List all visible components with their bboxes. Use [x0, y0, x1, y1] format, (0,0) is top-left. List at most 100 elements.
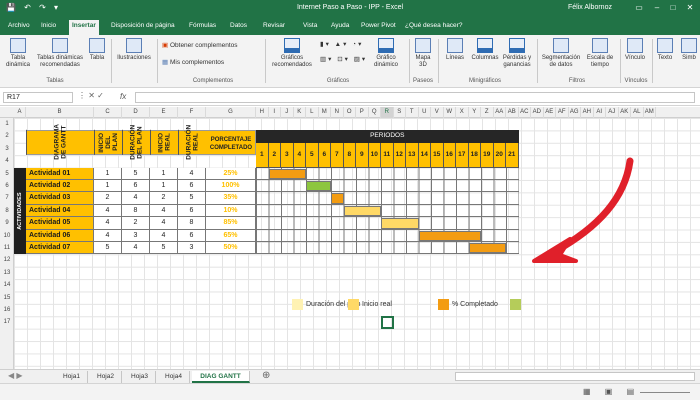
tab-power-pivot[interactable]: Power Pivot — [358, 20, 399, 35]
activity-name[interactable]: Actividad 06 — [26, 229, 94, 242]
sparkline-columns-button[interactable]: Columnas — [470, 38, 500, 62]
column-header-ad[interactable]: AD — [531, 107, 544, 118]
sparkline-lines-button[interactable]: Líneas — [442, 38, 468, 62]
tab-formulas[interactable]: Fórmulas — [186, 20, 219, 35]
activity-percent[interactable]: 10% — [206, 204, 256, 218]
activity-duracion-real[interactable]: 8 — [178, 217, 206, 230]
activity-name[interactable]: Actividad 05 — [26, 217, 94, 230]
activity-name[interactable]: Actividad 03 — [26, 192, 94, 205]
chart-types-gallery-2[interactable]: ▥▾ ⊡▾ ▨▾ — [320, 55, 367, 63]
row-header-14[interactable]: 14 — [0, 279, 14, 291]
close-icon[interactable]: ✕ — [683, 2, 697, 14]
tab-inicio[interactable]: Inicio — [38, 20, 59, 35]
row-header-11[interactable]: 11 — [0, 242, 14, 254]
column-header-al[interactable]: AL — [631, 107, 644, 118]
column-header-ae[interactable]: AE — [544, 107, 556, 118]
link-button[interactable]: Vínculo — [622, 38, 648, 62]
column-header-i[interactable]: I — [269, 107, 281, 118]
column-header-l[interactable]: L — [306, 107, 319, 118]
symbols-button[interactable]: Simb — [678, 38, 700, 62]
activity-duracion-plan[interactable]: 3 — [122, 229, 150, 242]
activity-inicio-real[interactable]: 4 — [150, 204, 178, 218]
pivot-chart-button[interactable]: Gráfico dinámico — [366, 38, 406, 69]
activity-name[interactable]: Actividad 02 — [26, 180, 94, 193]
activity-percent[interactable]: 85% — [206, 217, 256, 230]
activity-percent[interactable]: 35% — [206, 192, 256, 205]
column-header-v[interactable]: V — [431, 107, 444, 118]
ribbon-options-icon[interactable]: ▭ — [632, 2, 646, 14]
sheet-tab-hoja3[interactable]: Hoja3 — [124, 371, 156, 383]
row-header-6[interactable]: 6 — [0, 180, 14, 192]
recommended-pivot-button[interactable]: Tablas dinámicas recomendadas — [36, 38, 84, 69]
column-header-e[interactable]: E — [150, 107, 178, 118]
column-header-j[interactable]: J — [281, 107, 294, 118]
activity-duracion-real[interactable]: 5 — [178, 192, 206, 205]
recommended-charts-button[interactable]: Gráficos recomendados — [268, 38, 316, 69]
column-header-b[interactable]: B — [26, 107, 94, 118]
name-box[interactable]: R17 — [3, 92, 73, 103]
zoom-slider[interactable] — [640, 392, 690, 393]
formula-cancel-confirm-icons[interactable]: ⋮ ✕ ✓ — [78, 91, 104, 100]
period-row-cells[interactable] — [256, 192, 519, 205]
sheet-tab-hoja1[interactable]: Hoja1 — [56, 371, 88, 383]
row-header-2[interactable]: 2 — [0, 130, 14, 142]
view-mode-icons[interactable]: ▦ ▣ ▤ — [583, 387, 640, 396]
column-header-am[interactable]: AM — [644, 107, 656, 118]
column-header-c[interactable]: C — [94, 107, 122, 118]
activity-duracion-real[interactable]: 6 — [178, 204, 206, 218]
column-header-w[interactable]: W — [444, 107, 456, 118]
column-header-o[interactable]: O — [344, 107, 356, 118]
activity-inicio-real[interactable]: 2 — [150, 192, 178, 205]
column-header-a[interactable]: A — [14, 107, 26, 118]
activity-duracion-real[interactable]: 6 — [178, 229, 206, 242]
row-header-3[interactable]: 3 — [0, 143, 14, 155]
row-header-7[interactable]: 7 — [0, 192, 14, 204]
activity-inicio-real[interactable]: 5 — [150, 242, 178, 255]
row-header-8[interactable]: 8 — [0, 205, 14, 217]
column-header-g[interactable]: G — [206, 107, 256, 118]
activity-duracion-plan[interactable]: 5 — [122, 167, 150, 180]
column-header-u[interactable]: U — [419, 107, 431, 118]
column-header-p[interactable]: P — [356, 107, 369, 118]
row-header-12[interactable]: 12 — [0, 254, 14, 266]
formula-input[interactable] — [135, 92, 695, 103]
column-header-s[interactable]: S — [394, 107, 406, 118]
slicer-button[interactable]: Segmentación de datos — [540, 38, 582, 69]
activity-duracion-real[interactable]: 6 — [178, 180, 206, 193]
column-header-af[interactable]: AF — [556, 107, 569, 118]
tab-datos[interactable]: Datos — [227, 20, 250, 35]
sheet-tab-hoja4[interactable]: Hoja4 — [158, 371, 190, 383]
activity-inicio-plan[interactable]: 1 — [94, 180, 122, 193]
activity-inicio-plan[interactable]: 4 — [94, 217, 122, 230]
activity-inicio-plan[interactable]: 2 — [94, 192, 122, 205]
row-header-15[interactable]: 15 — [0, 292, 14, 304]
minimize-icon[interactable]: – — [650, 2, 664, 14]
period-row-cells[interactable] — [256, 180, 519, 193]
row-header-5[interactable]: 5 — [0, 168, 14, 180]
column-header-d[interactable]: D — [122, 107, 150, 118]
map-3d-button[interactable]: Mapa 3D — [412, 38, 434, 69]
activity-name[interactable]: Actividad 07 — [26, 242, 94, 255]
illustrations-button[interactable]: Ilustraciones — [114, 38, 154, 62]
tab-insertar[interactable]: Insertar — [69, 20, 99, 35]
column-header-m[interactable]: M — [319, 107, 331, 118]
activity-inicio-plan[interactable]: 5 — [94, 242, 122, 255]
selected-cell-r17[interactable] — [381, 316, 394, 329]
column-header-ab[interactable]: AB — [506, 107, 519, 118]
column-header-f[interactable]: F — [178, 107, 206, 118]
activity-inicio-plan[interactable]: 1 — [94, 167, 122, 180]
row-header-10[interactable]: 10 — [0, 230, 14, 242]
sheet-tab-hoja2[interactable]: Hoja2 — [90, 371, 122, 383]
tab-archivo[interactable]: Archivo — [5, 20, 33, 35]
row-header-1[interactable]: 1 — [0, 118, 14, 130]
function-icon[interactable]: fx — [120, 92, 126, 101]
row-header-13[interactable]: 13 — [0, 267, 14, 279]
column-header-x[interactable]: X — [456, 107, 469, 118]
user-name[interactable]: Félix Albornoz — [568, 4, 612, 11]
chart-types-gallery[interactable]: ▮▾ ▲▾ ◔▾ — [320, 40, 363, 48]
tab-ayuda[interactable]: Ayuda — [328, 20, 352, 35]
tab-disposicion[interactable]: Disposición de página — [108, 20, 178, 35]
period-row-cells[interactable] — [256, 204, 519, 218]
column-header-k[interactable]: K — [294, 107, 306, 118]
activity-duracion-plan[interactable]: 2 — [122, 217, 150, 230]
